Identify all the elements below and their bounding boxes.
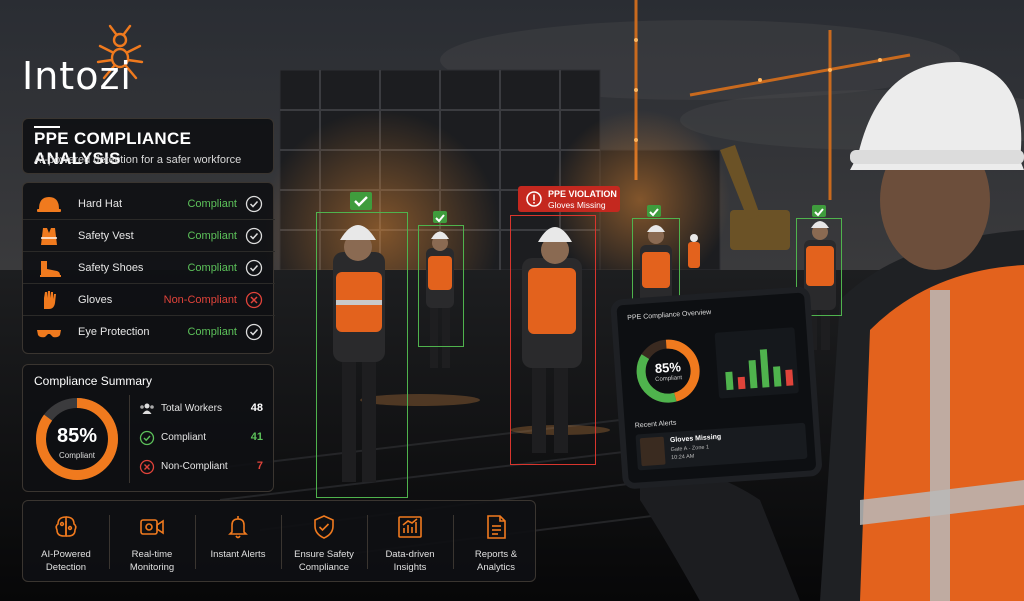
summary-percent-label: Compliant xyxy=(58,451,95,460)
feature-reports-analytics[interactable]: Reports & Analytics xyxy=(453,501,539,583)
bar-chart-icon xyxy=(398,516,422,538)
video-camera-icon xyxy=(140,519,164,535)
summary-row-total: Total Workers 48 xyxy=(139,398,269,420)
workers-icon xyxy=(140,403,154,414)
hard-hat-icon xyxy=(37,197,61,212)
check-circle-icon xyxy=(245,195,263,213)
check-circle-icon xyxy=(245,259,263,277)
feature-label: Reports & Analytics xyxy=(474,549,518,573)
ppe-name: Safety Shoes xyxy=(78,262,144,274)
summary-value: 41 xyxy=(250,431,263,443)
feature-instant-alerts[interactable]: Instant Alerts xyxy=(195,501,281,583)
shield-check-icon xyxy=(314,515,334,539)
title-panel: PPE COMPLIANCE ANALYSIS AI-powered detec… xyxy=(22,118,274,174)
ppe-violation-badge: PPE VIOLATION Gloves Missing xyxy=(518,186,620,212)
check-circle-icon xyxy=(245,227,263,245)
ppe-status: Compliant xyxy=(187,326,237,338)
summary-value: 48 xyxy=(250,402,263,414)
summary-divider xyxy=(129,395,130,483)
safety-vest-icon xyxy=(41,228,57,245)
feature-label: Real-time Monitoring xyxy=(129,549,175,573)
ppe-row-safety-vest[interactable]: Safety Vest Compliant xyxy=(23,220,275,252)
feature-safety-compliance[interactable]: Ensure Safety Compliance xyxy=(281,501,367,583)
ppe-name: Safety Vest xyxy=(78,230,134,242)
page-subtitle: AI-powered detection for a safer workfor… xyxy=(34,154,242,166)
detection-check-tag xyxy=(647,205,661,217)
safety-shoes-icon xyxy=(40,261,61,277)
feature-real-time-monitoring[interactable]: Real-time Monitoring xyxy=(109,501,195,583)
check-icon xyxy=(435,214,445,223)
feature-label: Instant Alerts xyxy=(210,549,266,560)
tablet-dashboard: PPE Compliance Overview 85% Compliant Re… xyxy=(610,286,823,490)
detection-check-tag xyxy=(812,205,826,217)
alert-thumbnail xyxy=(639,436,666,467)
summary-title: Compliance Summary xyxy=(34,374,153,388)
detection-box-worker-1 xyxy=(316,212,408,498)
tablet-bar xyxy=(773,366,782,387)
ppe-name: Hard Hat xyxy=(78,198,123,210)
summary-percent: 85% xyxy=(56,425,98,447)
features-bar: AI-Powered Detection Real-time Monitorin… xyxy=(22,500,536,582)
ppe-status: Compliant xyxy=(187,262,237,274)
tablet-bar-chart xyxy=(714,327,799,399)
eye-protection-icon xyxy=(37,330,61,338)
feature-label: AI-Powered Detection xyxy=(41,549,91,573)
feature-label: Data-driven Insights xyxy=(385,549,435,573)
tablet-alert-item[interactable]: Gloves Missing Gate A - Zone 1 10:24 AM xyxy=(635,422,808,471)
check-icon xyxy=(814,208,824,217)
ppe-row-gloves[interactable]: Gloves Non-Compliant xyxy=(23,284,275,316)
check-circle-icon xyxy=(139,430,155,446)
ai-brain-icon xyxy=(55,516,77,537)
ppe-name: Eye Protection xyxy=(78,326,150,338)
report-icon xyxy=(487,515,506,539)
ppe-row-hard-hat[interactable]: Hard Hat Compliant xyxy=(23,188,275,220)
gloves-icon xyxy=(44,291,56,309)
tablet-title: PPE Compliance Overview xyxy=(627,308,712,322)
feature-data-insights[interactable]: Data-driven Insights xyxy=(367,501,453,583)
feature-label: Ensure Safety Compliance xyxy=(294,549,354,573)
tablet-bar xyxy=(725,371,734,391)
detection-box-violation xyxy=(510,215,596,465)
violation-title: PPE VIOLATION xyxy=(548,189,617,199)
tablet-bar xyxy=(759,349,770,388)
detection-box-worker-2 xyxy=(418,225,464,347)
tablet-alerts-title: Recent Alerts xyxy=(634,419,677,430)
bell-icon xyxy=(228,516,248,539)
summary-value: 7 xyxy=(256,460,263,472)
alert-icon xyxy=(526,191,542,207)
brand-logo: Intozi xyxy=(22,24,172,98)
summary-label: Compliant xyxy=(161,432,207,443)
ppe-status: Compliant xyxy=(187,198,237,210)
violation-detail: Gloves Missing xyxy=(548,200,606,210)
feature-ai-detection[interactable]: AI-Powered Detection xyxy=(23,501,109,583)
check-icon xyxy=(354,196,368,207)
alert-title: Gloves Missing xyxy=(669,433,722,445)
alert-time: 10:24 AM xyxy=(670,453,695,462)
x-circle-icon xyxy=(245,291,263,309)
summary-row-non-compliant: Non-Compliant 7 xyxy=(139,456,269,478)
tablet-bar xyxy=(785,369,794,386)
check-icon xyxy=(649,208,659,217)
detection-check-tag xyxy=(433,211,447,223)
tablet-bar xyxy=(748,359,758,389)
brand-name: Intozi xyxy=(22,54,132,98)
ppe-row-safety-shoes[interactable]: Safety Shoes Compliant xyxy=(23,252,275,284)
summary-label: Total Workers xyxy=(161,403,222,414)
ppe-row-eye-protection[interactable]: Eye Protection Compliant xyxy=(23,316,275,348)
x-circle-icon xyxy=(139,459,155,475)
ppe-checklist: Hard Hat Compliant Safety Vest Compliant… xyxy=(22,182,275,354)
summary-row-compliant: Compliant 41 xyxy=(139,427,269,449)
ppe-status: Non-Compliant xyxy=(163,294,237,306)
alert-location: Gate A - Zone 1 xyxy=(670,444,710,454)
tablet-bar xyxy=(737,376,746,390)
ppe-status: Compliant xyxy=(187,230,237,242)
detection-box-worker-4 xyxy=(632,218,680,308)
summary-label: Non-Compliant xyxy=(161,461,228,472)
compliance-summary: Compliance Summary 85% Compliant Total W… xyxy=(22,364,274,492)
check-circle-icon xyxy=(245,323,263,341)
detection-check-tag xyxy=(350,192,372,210)
ppe-name: Gloves xyxy=(78,294,113,306)
